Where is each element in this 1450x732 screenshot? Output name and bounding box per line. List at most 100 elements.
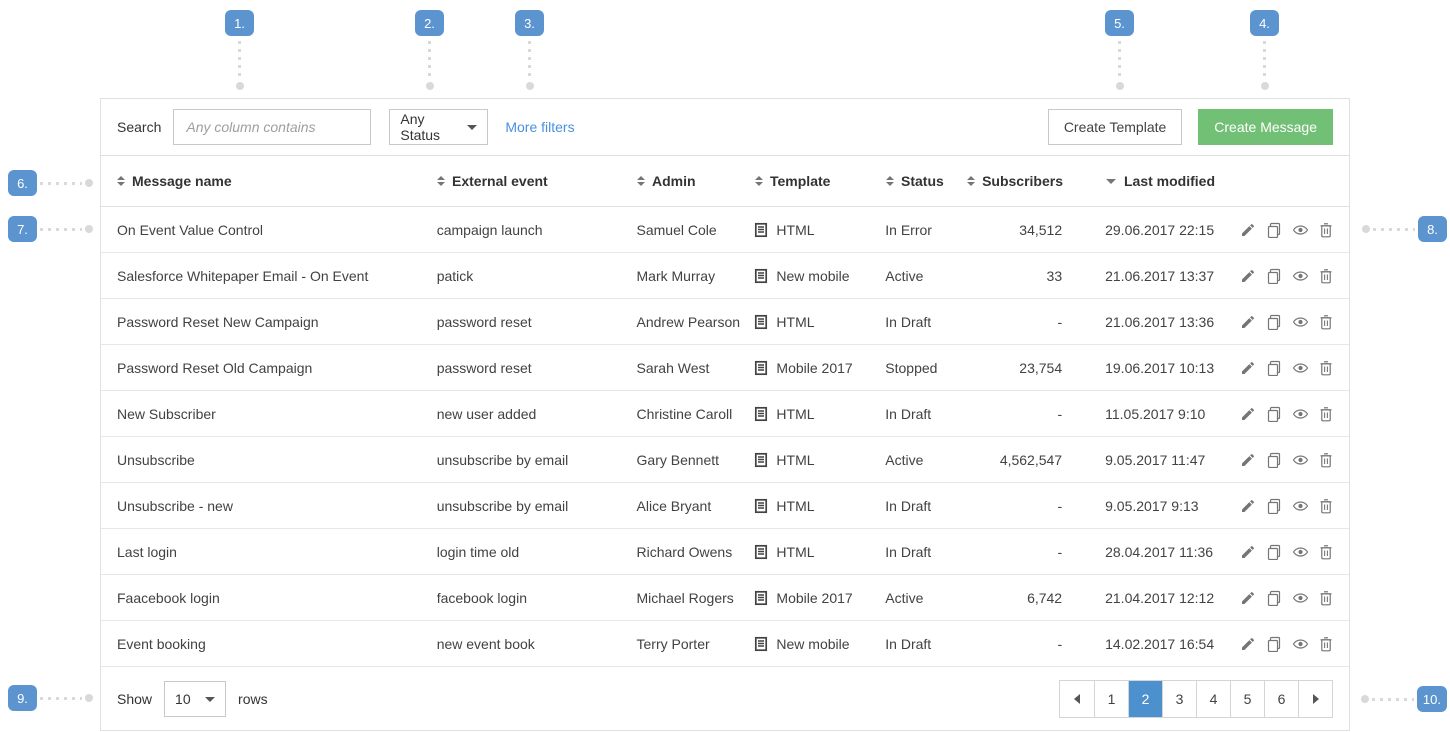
duplicate-icon[interactable] [1266,268,1282,284]
duplicate-icon[interactable] [1266,452,1282,468]
header-cell-admin[interactable]: Admin [637,173,755,189]
table-header-row: Message name External event Admin Templa… [101,155,1349,207]
callout-9: 9. [8,685,93,711]
cell-subscribers: - [978,544,1062,560]
cell-message-name: New Subscriber [117,406,437,422]
status-filter-select[interactable]: Any Status [389,109,488,145]
delete-trash-icon[interactable] [1319,636,1333,652]
header-cell-status[interactable]: Status [886,173,979,189]
callout-dot [85,694,93,702]
edit-icon[interactable] [1240,636,1256,652]
search-input[interactable] [173,109,371,145]
cell-external-event: new event book [437,636,637,652]
messages-panel: Search Any Status More filters Create Te… [100,98,1350,731]
cell-message-name: Faacebook login [117,590,437,606]
preview-eye-icon[interactable] [1292,498,1309,514]
callout-badge: 1. [225,10,254,36]
rows-per-page-value: 10 [175,691,191,707]
preview-eye-icon[interactable] [1292,268,1309,284]
preview-eye-icon[interactable] [1292,406,1309,422]
cell-template: HTML [754,544,885,560]
delete-trash-icon[interactable] [1319,544,1333,560]
row-actions [1240,314,1333,330]
template-name: New mobile [776,636,849,652]
cell-subscribers: - [978,406,1062,422]
delete-trash-icon[interactable] [1319,452,1333,468]
edit-icon[interactable] [1240,268,1256,284]
toolbar: Search Any Status More filters Create Te… [101,99,1349,155]
cell-status: In Draft [885,406,978,422]
edit-icon[interactable] [1240,544,1256,560]
edit-icon[interactable] [1240,406,1256,422]
header-cell-template[interactable]: Template [755,173,886,189]
create-message-button[interactable]: Create Message [1198,109,1333,145]
create-template-button[interactable]: Create Template [1048,109,1182,145]
table-row: New Subscriber new user added Christine … [101,391,1349,437]
cell-admin: Alice Bryant [637,498,755,514]
callout-connector [428,41,431,79]
cell-message-name: On Event Value Control [117,222,437,238]
next-page-button[interactable] [1298,681,1332,717]
delete-trash-icon[interactable] [1319,590,1333,606]
page-button-4[interactable]: 4 [1196,681,1230,717]
page-button-5[interactable]: 5 [1230,681,1264,717]
delete-trash-icon[interactable] [1319,498,1333,514]
delete-trash-icon[interactable] [1319,222,1333,238]
header-cell-external-event[interactable]: External event [437,173,637,189]
cell-message-name: Password Reset New Campaign [117,314,437,330]
edit-icon[interactable] [1240,360,1256,376]
delete-trash-icon[interactable] [1319,406,1333,422]
duplicate-icon[interactable] [1266,590,1282,606]
duplicate-icon[interactable] [1266,636,1282,652]
template-doc-icon [754,222,768,238]
row-actions [1240,360,1333,376]
preview-eye-icon[interactable] [1292,636,1309,652]
header-cell-last-modified[interactable]: Last modified [1063,173,1241,189]
duplicate-icon[interactable] [1266,360,1282,376]
duplicate-icon[interactable] [1266,544,1282,560]
table-row: Unsubscribe - new unsubscribe by email A… [101,483,1349,529]
preview-eye-icon[interactable] [1292,314,1309,330]
row-actions [1240,222,1333,238]
preview-eye-icon[interactable] [1292,590,1309,606]
page-button-3[interactable]: 3 [1162,681,1196,717]
preview-eye-icon[interactable] [1292,360,1309,376]
more-filters-link[interactable]: More filters [505,119,574,135]
cell-template: Mobile 2017 [754,360,885,376]
preview-eye-icon[interactable] [1292,452,1309,468]
edit-icon[interactable] [1240,222,1256,238]
edit-icon[interactable] [1240,452,1256,468]
duplicate-icon[interactable] [1266,314,1282,330]
duplicate-icon[interactable] [1266,222,1282,238]
table-row: On Event Value Control campaign launch S… [101,207,1349,253]
rows-per-page-select[interactable]: 10 [164,681,226,717]
cell-last-modified: 9.05.2017 9:13 [1062,498,1240,514]
header-cell-subscribers[interactable]: Subscribers [979,173,1063,189]
template-doc-icon [754,636,768,652]
callout-10: 10. [1361,686,1447,712]
cell-last-modified: 21.06.2017 13:37 [1062,268,1240,284]
preview-eye-icon[interactable] [1292,544,1309,560]
edit-icon[interactable] [1240,498,1256,514]
duplicate-icon[interactable] [1266,406,1282,422]
header-label: Status [901,173,944,189]
template-name: New mobile [776,268,849,284]
page-button-2-active[interactable]: 2 [1128,681,1162,717]
preview-eye-icon[interactable] [1292,222,1309,238]
delete-trash-icon[interactable] [1319,268,1333,284]
template-name: HTML [776,314,814,330]
delete-trash-icon[interactable] [1319,314,1333,330]
edit-icon[interactable] [1240,590,1256,606]
page-button-1[interactable]: 1 [1094,681,1128,717]
template-doc-icon [754,314,768,330]
table-row: Event booking new event book Terry Porte… [101,621,1349,667]
delete-trash-icon[interactable] [1319,360,1333,376]
page-button-6[interactable]: 6 [1264,681,1298,717]
duplicate-icon[interactable] [1266,498,1282,514]
edit-icon[interactable] [1240,314,1256,330]
callout-dot [236,82,244,90]
header-cell-message-name[interactable]: Message name [117,173,437,189]
cell-message-name: Salesforce Whitepaper Email - On Event [117,268,437,284]
sort-icon [117,176,125,186]
prev-page-button[interactable] [1060,681,1094,717]
